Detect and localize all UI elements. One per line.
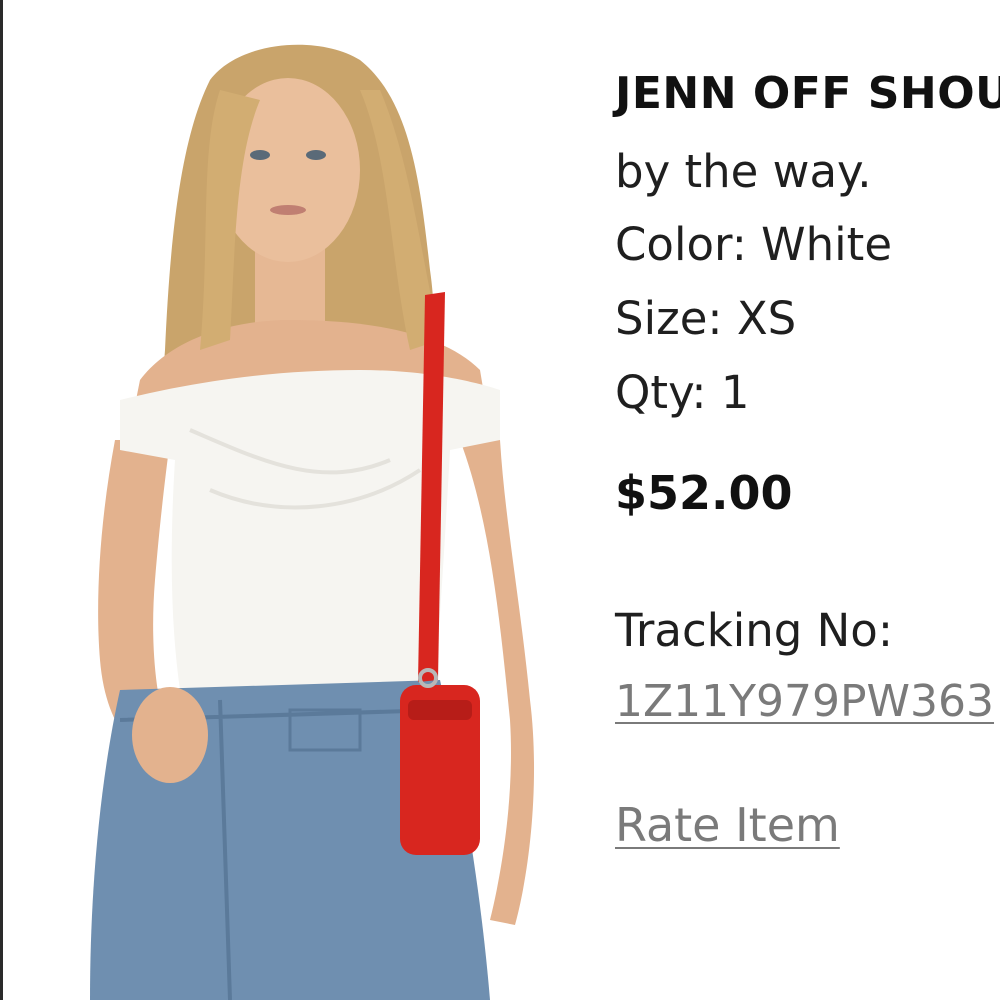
- item-price: $52.00: [615, 466, 793, 520]
- tracking-label: Tracking No:: [615, 604, 893, 657]
- size-value: Size: XS: [615, 292, 797, 345]
- rate-item-link[interactable]: Rate Item: [615, 798, 840, 852]
- item-details: SHIPPED JENN OFF SHOULDER by the way. Co…: [615, 0, 1000, 1000]
- tracking-number-link[interactable]: 1Z11Y979PW363: [615, 676, 994, 727]
- product-title[interactable]: JENN OFF SHOULDER: [615, 68, 1000, 119]
- frame-border: [0, 0, 3, 1000]
- shipment-status: SHIPPED: [615, 0, 887, 9]
- product-image[interactable]: [60, 20, 600, 1000]
- brand-name[interactable]: by the way.: [615, 145, 872, 198]
- color-value: Color: White: [615, 218, 893, 271]
- order-item-card: SHIPPED JENN OFF SHOULDER by the way. Co…: [0, 0, 1000, 1000]
- quantity-value: Qty: 1: [615, 366, 750, 419]
